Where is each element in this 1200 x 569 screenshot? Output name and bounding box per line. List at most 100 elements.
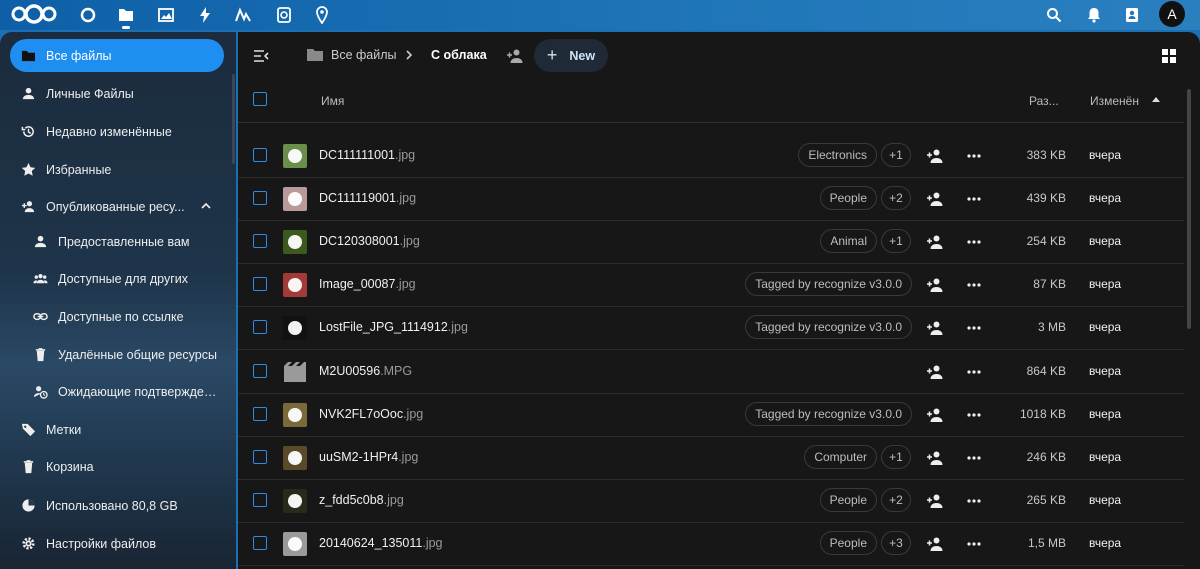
sidebar-item-quota[interactable]: Использовано 80,8 GB: [10, 489, 224, 522]
more-actions-icon[interactable]: [966, 535, 982, 553]
share-icon[interactable]: [926, 406, 944, 424]
share-icon[interactable]: [926, 233, 944, 251]
tag-more-count[interactable]: +1: [881, 229, 911, 254]
sidebar-item-recent[interactable]: Недавно изменённые: [10, 115, 224, 148]
more-actions-icon[interactable]: [966, 319, 982, 337]
maps-icon[interactable]: [311, 4, 333, 26]
table-row[interactable]: Image_00087.jpg Tagged by recognize v3.0.…: [238, 263, 1184, 308]
chevron-up-icon[interactable]: [200, 200, 212, 212]
file-name[interactable]: M2U00596.MPG: [319, 364, 412, 378]
more-actions-icon[interactable]: [966, 233, 982, 251]
sidebar-item-pending-shares[interactable]: Ожидающие подтвержден...: [10, 375, 224, 408]
file-tag[interactable]: People: [819, 186, 877, 211]
file-tag[interactable]: Animal: [820, 229, 877, 254]
tag-more-count[interactable]: +1: [881, 444, 911, 469]
file-name[interactable]: Image_00087.jpg: [319, 277, 416, 291]
row-checkbox[interactable]: [253, 277, 267, 292]
memories-icon[interactable]: [273, 4, 295, 26]
share-icon[interactable]: [926, 319, 944, 337]
sidebar-item-settings[interactable]: Настройки файлов: [10, 527, 224, 560]
share-icon[interactable]: [926, 535, 944, 553]
search-icon[interactable]: [1043, 4, 1065, 26]
more-actions-icon[interactable]: [966, 492, 982, 510]
share-icon[interactable]: [926, 276, 944, 294]
table-row[interactable]: 20140624_135011.jpg +3 People 1,5 MB вчера: [238, 522, 1184, 566]
sidebar-scrollbar[interactable]: [232, 74, 235, 164]
file-name[interactable]: DC111111001.jpg: [319, 148, 415, 162]
notifications-icon[interactable]: [1083, 4, 1105, 26]
dashboard-icon[interactable]: [77, 4, 99, 26]
file-name[interactable]: DC111119001.jpg: [319, 191, 416, 205]
contacts-icon[interactable]: [1121, 4, 1143, 26]
table-row[interactable]: DC120308001.jpg +1 Animal 254 KB вчера: [238, 220, 1184, 265]
new-button[interactable]: + New: [534, 39, 608, 72]
file-tag[interactable]: Computer: [804, 444, 877, 469]
share-icon[interactable]: [926, 492, 944, 510]
row-checkbox[interactable]: [253, 148, 267, 162]
more-actions-icon[interactable]: [966, 406, 982, 424]
sidebar-item-shares[interactable]: Опубликованные ресу...: [10, 190, 224, 223]
sidebar-item-shared-by-link[interactable]: Доступные по ссылке: [10, 300, 224, 333]
sidebar-item-tags[interactable]: Метки: [10, 413, 224, 446]
photos-icon[interactable]: [155, 4, 177, 26]
select-all-checkbox[interactable]: [253, 92, 267, 106]
file-list-scrollbar[interactable]: [1187, 89, 1191, 329]
more-actions-icon[interactable]: [966, 449, 982, 467]
row-checkbox[interactable]: [253, 363, 267, 378]
table-row[interactable]: M2U00596.MPG 864 KB вчера: [238, 350, 1184, 394]
sidebar-item-trash[interactable]: Корзина: [10, 450, 224, 483]
row-checkbox[interactable]: [253, 191, 267, 206]
breadcrumb-current[interactable]: С облака: [431, 48, 487, 62]
file-tag[interactable]: Electronics: [798, 143, 877, 167]
tag-more-count[interactable]: +1: [881, 143, 911, 167]
file-tag[interactable]: Tagged by recognize v3.0.0: [745, 401, 912, 426]
share-icon[interactable]: [926, 449, 944, 467]
row-checkbox[interactable]: [253, 492, 267, 507]
sidebar-item-personal-files[interactable]: Личные Файлы: [10, 77, 224, 110]
more-actions-icon[interactable]: [966, 363, 982, 381]
file-tag[interactable]: Tagged by recognize v3.0.0: [745, 272, 912, 297]
share-folder-icon[interactable]: [506, 47, 524, 65]
sidebar-item-deleted-shares[interactable]: Удалённые общие ресурсы: [10, 338, 224, 371]
sidebar-item-shared-with-you[interactable]: Предоставленные вам: [10, 225, 224, 258]
activity-icon[interactable]: [194, 4, 216, 26]
table-row[interactable]: DC111119001.jpg +2 People 439 KB вчера: [238, 177, 1184, 222]
avatar[interactable]: A: [1159, 1, 1185, 27]
column-header-name[interactable]: Имя: [321, 94, 344, 108]
breadcrumb-root[interactable]: Все файлы: [331, 48, 397, 62]
more-actions-icon[interactable]: [966, 190, 982, 208]
file-name[interactable]: uuSM2-1HPr4.jpg: [319, 450, 418, 464]
toggle-sidebar-icon[interactable]: [252, 47, 270, 65]
table-row[interactable]: z_fdd5c0b8.jpg +2 People 265 KB вчера: [238, 479, 1184, 523]
row-checkbox[interactable]: [253, 449, 267, 464]
tag-more-count[interactable]: +3: [881, 530, 911, 555]
file-tag[interactable]: Tagged by recognize v3.0.0: [745, 315, 912, 340]
row-checkbox[interactable]: [253, 320, 267, 335]
file-name[interactable]: z_fdd5c0b8.jpg: [319, 493, 404, 507]
file-tag[interactable]: People: [819, 487, 877, 512]
column-header-size[interactable]: Раз...: [1029, 94, 1059, 108]
file-name[interactable]: 20140624_135011.jpg: [319, 536, 443, 550]
row-checkbox[interactable]: [253, 234, 267, 249]
more-actions-icon[interactable]: [966, 276, 982, 294]
more-actions-icon[interactable]: [966, 147, 982, 165]
column-header-modified[interactable]: Изменён: [1090, 94, 1139, 108]
nextcloud-logo[interactable]: [10, 3, 58, 25]
row-checkbox[interactable]: [253, 406, 267, 421]
share-icon[interactable]: [926, 147, 944, 165]
sidebar-item-favorites[interactable]: Избранные: [10, 153, 224, 186]
grid-view-icon[interactable]: [1161, 48, 1177, 64]
tag-more-count[interactable]: +2: [881, 487, 911, 512]
row-checkbox[interactable]: [253, 535, 267, 550]
file-name[interactable]: NVK2FL7oOoc.jpg: [319, 407, 423, 421]
tag-more-count[interactable]: +2: [881, 186, 911, 211]
file-tag[interactable]: People: [819, 530, 877, 555]
table-row[interactable]: uuSM2-1HPr4.jpg +1 Computer 246 KB вчера: [238, 436, 1184, 480]
file-name[interactable]: DC120308001.jpg: [319, 234, 420, 248]
files-icon[interactable]: [115, 4, 137, 29]
table-row[interactable]: NVK2FL7oOoc.jpg Tagged by recognize v3.0.…: [238, 393, 1184, 437]
share-icon[interactable]: [926, 363, 944, 381]
sidebar-item-shared-with-others[interactable]: Доступные для других: [10, 262, 224, 295]
analytics-icon[interactable]: [232, 4, 254, 26]
share-icon[interactable]: [926, 190, 944, 208]
